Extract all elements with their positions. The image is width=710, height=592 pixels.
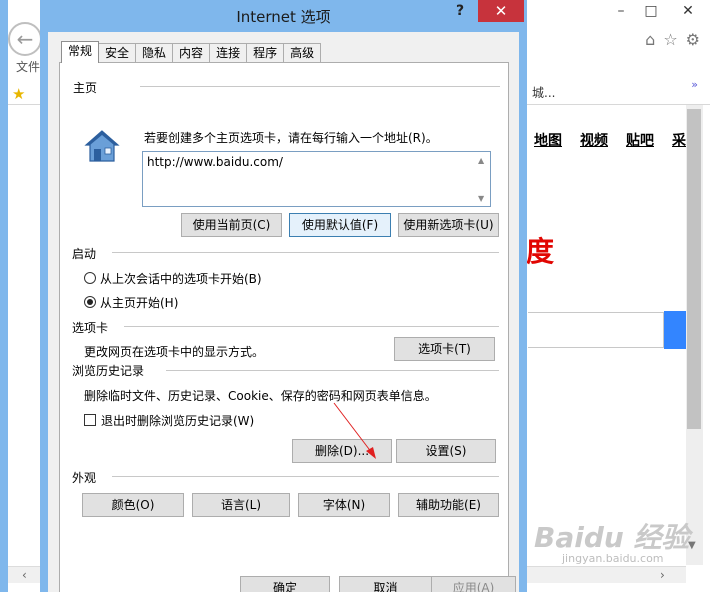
delete-on-exit-label[interactable]: 退出时删除浏览历史记录(W) bbox=[101, 412, 254, 429]
back-arrow-icon[interactable]: ← bbox=[8, 22, 42, 56]
annotation-arrow-icon bbox=[333, 402, 376, 459]
use-new-tab-button[interactable]: 使用新选项卡(U) bbox=[398, 213, 499, 237]
apply-button[interactable]: 应用(A) bbox=[431, 576, 516, 592]
star-icon[interactable]: ☆ bbox=[663, 30, 677, 49]
chevron-down-icon[interactable]: ▼ bbox=[478, 194, 484, 203]
chevron-right-icon[interactable]: » bbox=[691, 78, 698, 91]
colors-button[interactable]: 颜色(O) bbox=[82, 493, 184, 517]
watermark-url: jingyan.baidu.com bbox=[562, 552, 664, 565]
tab-content[interactable]: 内容 bbox=[172, 43, 211, 63]
browser-window-controls: – □ ✕ bbox=[606, 0, 710, 22]
scrollbar-thumb[interactable] bbox=[687, 109, 701, 429]
dialog-body: 常规 安全 隐私 内容 连接 程序 高级 主页 若要创建多个主页选项卡，请在每行… bbox=[48, 32, 519, 592]
favorites-star-icon[interactable]: ★ bbox=[12, 85, 25, 103]
startup-homepage-label[interactable]: 从主页开始(H) bbox=[100, 294, 178, 311]
ok-button[interactable]: 确定 bbox=[240, 576, 330, 592]
tabs-settings-button[interactable]: 选项卡(T) bbox=[394, 337, 495, 361]
startup-last-session-radio[interactable] bbox=[84, 272, 96, 284]
tab-strip: 常规 安全 隐私 内容 连接 程序 高级 bbox=[61, 41, 322, 63]
languages-button[interactable]: 语言(L) bbox=[192, 493, 290, 517]
appearance-group-title: 外观 bbox=[72, 471, 97, 485]
use-current-button[interactable]: 使用当前页(C) bbox=[181, 213, 282, 237]
history-divider bbox=[166, 370, 499, 371]
nav-link-partial[interactable]: 采 bbox=[672, 130, 686, 150]
homepage-description: 若要创建多个主页选项卡，请在每行输入一个地址(R)。 bbox=[144, 131, 438, 145]
home-icon[interactable]: ⌂ bbox=[645, 30, 655, 49]
history-group-title: 浏览历史记录 bbox=[72, 364, 145, 378]
scroll-left-icon[interactable]: ‹ bbox=[22, 568, 27, 582]
favorites-bar-item[interactable]: 城... bbox=[532, 84, 555, 101]
browser-command-icons: ⌂ ☆ ⚙ bbox=[645, 30, 700, 49]
page-nav-links: 地图 视频 贴吧 采 bbox=[534, 130, 686, 150]
nav-link-video[interactable]: 视频 bbox=[580, 130, 608, 150]
nav-link-tieba[interactable]: 贴吧 bbox=[626, 130, 654, 150]
house-icon bbox=[84, 130, 120, 162]
tab-advanced[interactable]: 高级 bbox=[283, 43, 322, 63]
startup-divider bbox=[112, 252, 499, 253]
tab-general[interactable]: 常规 bbox=[61, 41, 100, 63]
dialog-title: Internet 选项 bbox=[236, 8, 331, 26]
fonts-button[interactable]: 字体(N) bbox=[298, 493, 390, 517]
help-icon[interactable]: ? bbox=[456, 3, 464, 19]
tabs-description: 更改网页在选项卡中的显示方式。 bbox=[84, 345, 265, 359]
tabs-divider bbox=[124, 326, 499, 327]
tab-privacy[interactable]: 隐私 bbox=[135, 43, 174, 63]
tabs-group-title: 选项卡 bbox=[72, 321, 109, 335]
startup-homepage-radio[interactable] bbox=[84, 296, 96, 308]
nav-link-map[interactable]: 地图 bbox=[534, 130, 562, 150]
homepage-url-textarea[interactable]: http://www.baidu.com/ ▲ ▼ bbox=[142, 151, 491, 207]
gear-icon[interactable]: ⚙ bbox=[686, 30, 700, 49]
search-button[interactable] bbox=[664, 311, 686, 349]
tab-security[interactable]: 安全 bbox=[98, 43, 137, 63]
homepage-url-value: http://www.baidu.com/ bbox=[147, 155, 283, 169]
tab-programs[interactable]: 程序 bbox=[246, 43, 285, 63]
history-description: 删除临时文件、历史记录、Cookie、保存的密码和网页表单信息。 bbox=[84, 389, 437, 403]
dialog-close-button[interactable]: ✕ bbox=[478, 0, 524, 22]
internet-options-dialog: Internet 选项 ? ✕ 常规 安全 隐私 内容 连接 程序 高级 主页 … bbox=[40, 0, 527, 592]
browser-frame bbox=[0, 0, 8, 592]
maximize-button[interactable]: □ bbox=[636, 0, 666, 22]
history-settings-button[interactable]: 设置(S) bbox=[396, 439, 496, 463]
tab-connections[interactable]: 连接 bbox=[209, 43, 248, 63]
accessibility-button[interactable]: 辅助功能(E) bbox=[398, 493, 499, 517]
appearance-divider bbox=[112, 476, 499, 477]
dialog-title-bar[interactable]: Internet 选项 ? ✕ bbox=[40, 0, 527, 32]
homepage-group-title: 主页 bbox=[73, 81, 98, 95]
menu-file[interactable]: 文件 bbox=[16, 58, 40, 75]
homepage-divider bbox=[140, 86, 500, 87]
watermark-logo: Baidu 经验 bbox=[534, 521, 690, 554]
textarea-scrollbar[interactable]: ▲ ▼ bbox=[474, 152, 490, 206]
browser-close-button[interactable]: ✕ bbox=[666, 0, 710, 22]
use-default-button[interactable]: 使用默认值(F) bbox=[289, 213, 391, 237]
minimize-button[interactable]: – bbox=[606, 0, 636, 22]
baidu-logo: 度 bbox=[526, 235, 554, 268]
cancel-button[interactable]: 取消 bbox=[339, 576, 432, 592]
startup-group-title: 启动 bbox=[72, 247, 97, 261]
chevron-up-icon[interactable]: ▲ bbox=[478, 156, 484, 165]
search-input[interactable] bbox=[528, 312, 664, 348]
scroll-right-icon[interactable]: › bbox=[660, 568, 665, 582]
startup-last-session-label[interactable]: 从上次会话中的选项卡开始(B) bbox=[100, 270, 262, 287]
general-tab-panel: 主页 若要创建多个主页选项卡，请在每行输入一个地址(R)。 http://www… bbox=[59, 62, 509, 592]
delete-on-exit-checkbox[interactable] bbox=[84, 414, 96, 426]
